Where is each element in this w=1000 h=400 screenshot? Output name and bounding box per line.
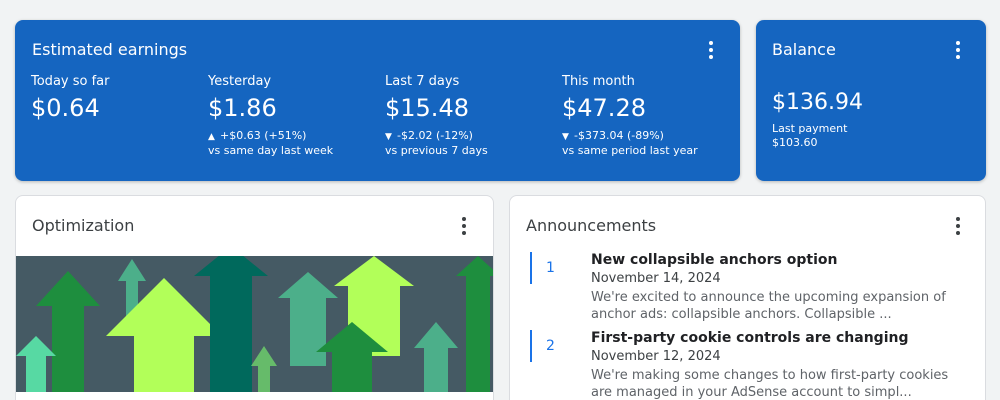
last-payment-label: Last payment xyxy=(772,122,848,135)
metric-label: Last 7 days xyxy=(385,74,460,89)
announcement-number: 1 xyxy=(546,260,555,276)
timeline-bar xyxy=(530,330,532,362)
more-options-icon[interactable] xyxy=(948,216,968,236)
more-options-icon[interactable] xyxy=(454,216,474,236)
arrow-down-icon: ▼ xyxy=(385,132,392,142)
rising-arrows-illustration xyxy=(16,256,493,392)
metric-value: $47.28 xyxy=(562,94,646,122)
announcement-item[interactable]: 2 First-party cookie controls are changi… xyxy=(530,330,970,400)
metric-change: ▼ -$2.02 (-12%) xyxy=(385,129,473,142)
arrow-up-icon: ▲ xyxy=(208,132,215,142)
more-options-icon[interactable] xyxy=(701,40,721,60)
metric-this-month: This month $47.28 ▼ -$373.04 (-89%) vs sa… xyxy=(562,74,732,157)
metric-value: $15.48 xyxy=(385,94,469,122)
card-title: Balance xyxy=(772,40,836,59)
announcement-item[interactable]: 1 New collapsible anchors option Novembe… xyxy=(530,252,970,322)
announcement-headline[interactable]: New collapsible anchors option xyxy=(591,252,837,268)
announcement-date: November 12, 2024 xyxy=(591,349,721,364)
timeline-bar xyxy=(530,252,532,284)
balance-amount: $136.94 xyxy=(772,90,863,115)
balance-card: Balance $136.94 Last payment $103.60 xyxy=(756,20,986,181)
card-title: Estimated earnings xyxy=(32,40,188,59)
optimization-card: Optimization xyxy=(15,195,494,400)
metric-comparison: vs previous 7 days xyxy=(385,144,488,157)
estimated-earnings-card: Estimated earnings Today so far $0.64 Ye… xyxy=(15,20,740,181)
announcements-card: Announcements 1 New collapsible anchors … xyxy=(509,195,986,400)
metric-today: Today so far $0.64 xyxy=(31,74,201,122)
metric-change: ▼ -$373.04 (-89%) xyxy=(562,129,664,142)
card-title: Optimization xyxy=(32,216,135,235)
metric-label: This month xyxy=(562,74,635,89)
announcement-number: 2 xyxy=(546,338,555,354)
announcement-description: We're making some changes to how first-p… xyxy=(591,368,949,400)
metric-value: $1.86 xyxy=(208,94,277,122)
announcement-headline[interactable]: First-party cookie controls are changing xyxy=(591,330,909,346)
metric-value: $0.64 xyxy=(31,94,100,122)
card-title: Announcements xyxy=(526,216,657,235)
arrow-down-icon: ▼ xyxy=(562,132,569,142)
metric-comparison: vs same period last year xyxy=(562,144,698,157)
metric-change: ▲ +$0.63 (+51%) xyxy=(208,129,307,142)
metric-yesterday: Yesterday $1.86 ▲ +$0.63 (+51%) vs same d… xyxy=(208,74,378,157)
metric-last-7-days: Last 7 days $15.48 ▼ -$2.02 (-12%) vs pre… xyxy=(385,74,555,157)
metric-label: Yesterday xyxy=(208,74,272,89)
announcement-description: We're excited to announce the upcoming e… xyxy=(591,290,946,322)
more-options-icon[interactable] xyxy=(948,40,968,60)
metric-label: Today so far xyxy=(31,74,110,89)
metric-comparison: vs same day last week xyxy=(208,144,334,157)
last-payment-value: $103.60 xyxy=(772,136,818,149)
announcement-date: November 14, 2024 xyxy=(591,271,721,286)
